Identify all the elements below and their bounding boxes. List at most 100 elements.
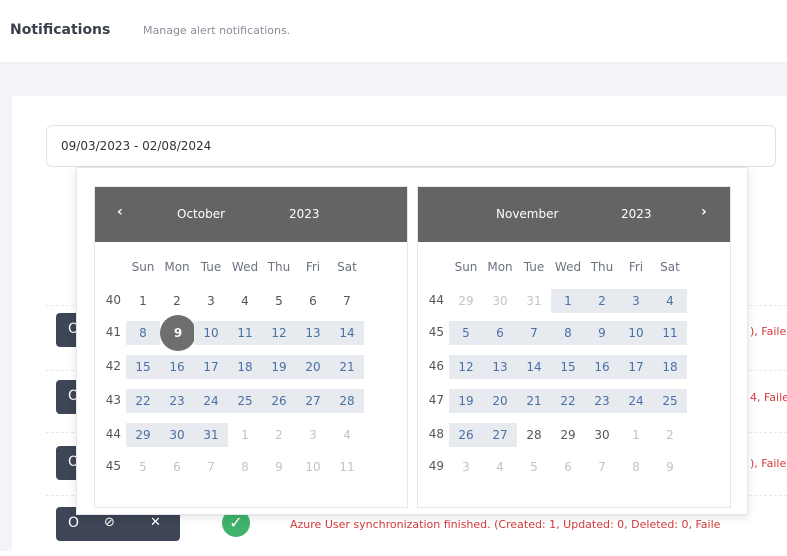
weekday-header: Tue (523, 260, 545, 274)
calendar-day[interactable]: 29 (126, 423, 160, 447)
close-icon[interactable]: ✕ (150, 515, 161, 530)
calendar-day-selected[interactable]: 9 (160, 315, 196, 351)
calendar-day[interactable]: 20 (296, 355, 330, 379)
calendar-day[interactable]: 6 (551, 455, 585, 479)
next-month-button[interactable]: › (701, 204, 707, 220)
month-label[interactable]: November (496, 207, 558, 221)
weekday-header: Fri (305, 260, 321, 274)
calendar-day[interactable]: 15 (126, 355, 160, 379)
calendar-day[interactable]: 28 (517, 423, 551, 447)
calendar-day[interactable]: 27 (296, 389, 330, 413)
year-label[interactable]: 2023 (289, 207, 320, 221)
calendar-day[interactable]: 13 (483, 355, 517, 379)
calendar-day[interactable]: 15 (551, 355, 585, 379)
prev-month-button[interactable]: ‹ (117, 204, 123, 220)
calendar-day[interactable]: 21 (330, 355, 364, 379)
calendar-day[interactable]: 3 (449, 455, 483, 479)
calendar-day[interactable]: 8 (228, 455, 262, 479)
date-range-input[interactable]: 09/03/2023 - 02/08/2024 (46, 125, 776, 167)
calendar-day[interactable]: 23 (160, 389, 194, 413)
calendar-day[interactable]: 30 (483, 289, 517, 313)
calendar-day[interactable]: 11 (653, 321, 687, 345)
year-label[interactable]: 2023 (621, 207, 652, 221)
eye-off-icon[interactable]: ⊘ (104, 515, 115, 530)
calendar-day[interactable]: 17 (194, 355, 228, 379)
calendar-day[interactable]: 7 (330, 289, 364, 313)
calendar-day[interactable]: 3 (619, 289, 653, 313)
calendar-day[interactable]: 5 (126, 455, 160, 479)
calendar-day[interactable]: 20 (483, 389, 517, 413)
weekday-header: Tue (200, 260, 222, 274)
calendar-day[interactable]: 27 (483, 423, 517, 447)
calendar-day[interactable]: 5 (262, 289, 296, 313)
calendar-day[interactable]: 8 (126, 321, 160, 345)
week-number: 44 (428, 293, 444, 307)
calendar-day[interactable]: 18 (228, 355, 262, 379)
calendar-day[interactable]: 13 (296, 321, 330, 345)
calendar-day[interactable]: 26 (262, 389, 296, 413)
calendar-day[interactable]: 25 (228, 389, 262, 413)
calendar-day[interactable]: 6 (160, 455, 194, 479)
calendar-day[interactable]: 1 (126, 289, 160, 313)
weekday-header: Sat (337, 260, 357, 274)
calendar-day[interactable]: 9 (585, 321, 619, 345)
calendar-day[interactable]: 26 (449, 423, 483, 447)
calendar-day[interactable]: 3 (194, 289, 228, 313)
calendar-day[interactable]: 4 (330, 423, 364, 447)
calendar-day[interactable]: 1 (228, 423, 262, 447)
refresh-icon[interactable]: O (68, 515, 79, 531)
calendar-day[interactable]: 10 (619, 321, 653, 345)
calendar-day[interactable]: 3 (296, 423, 330, 447)
calendar-day[interactable]: 30 (585, 423, 619, 447)
calendar-day[interactable]: 6 (296, 289, 330, 313)
calendar-day[interactable]: 7 (194, 455, 228, 479)
calendar-day[interactable]: 12 (262, 321, 296, 345)
calendar-day[interactable]: 19 (262, 355, 296, 379)
calendar-day[interactable]: 10 (296, 455, 330, 479)
calendar-day[interactable]: 14 (330, 321, 364, 345)
calendar-day[interactable]: 1 (619, 423, 653, 447)
calendar-day[interactable]: 7 (585, 455, 619, 479)
calendar-day[interactable]: 1 (551, 289, 585, 313)
calendar-day[interactable]: 31 (517, 289, 551, 313)
calendar-day[interactable]: 9 (262, 455, 296, 479)
calendar-day[interactable]: 29 (551, 423, 585, 447)
calendar-day[interactable]: 2 (262, 423, 296, 447)
calendar-day[interactable]: 24 (619, 389, 653, 413)
calendar-day[interactable]: 31 (194, 423, 228, 447)
calendar-day[interactable]: 2 (585, 289, 619, 313)
calendar-day[interactable]: 16 (160, 355, 194, 379)
calendar-day[interactable]: 21 (517, 389, 551, 413)
calendar-day[interactable]: 5 (517, 455, 551, 479)
calendar-day[interactable]: 5 (449, 321, 483, 345)
calendar-day[interactable]: 22 (551, 389, 585, 413)
calendar-day[interactable]: 4 (228, 289, 262, 313)
calendar-day[interactable]: 22 (126, 389, 160, 413)
calendar-day[interactable]: 4 (483, 455, 517, 479)
calendar-day[interactable]: 19 (449, 389, 483, 413)
calendar-day[interactable]: 30 (160, 423, 194, 447)
calendar-day[interactable]: 2 (653, 423, 687, 447)
calendar-day[interactable]: 28 (330, 389, 364, 413)
calendar-day[interactable]: 29 (449, 289, 483, 313)
month-label[interactable]: October (177, 207, 225, 221)
calendar-day[interactable]: 9 (653, 455, 687, 479)
calendar-day[interactable]: 11 (228, 321, 262, 345)
calendar-day[interactable]: 6 (483, 321, 517, 345)
calendar-day[interactable]: 7 (517, 321, 551, 345)
calendar-day[interactable]: 24 (194, 389, 228, 413)
calendar-day[interactable]: 4 (653, 289, 687, 313)
calendar-day[interactable]: 12 (449, 355, 483, 379)
calendar-day[interactable]: 2 (160, 289, 194, 313)
weekday-header: Fri (628, 260, 644, 274)
calendar-day[interactable]: 8 (619, 455, 653, 479)
calendar-day[interactable]: 14 (517, 355, 551, 379)
calendar-day[interactable]: 8 (551, 321, 585, 345)
calendar-day[interactable]: 23 (585, 389, 619, 413)
calendar-day[interactable]: 11 (330, 455, 364, 479)
calendar-day[interactable]: 17 (619, 355, 653, 379)
calendar-day[interactable]: 16 (585, 355, 619, 379)
calendar-day[interactable]: 18 (653, 355, 687, 379)
calendar-day[interactable]: 10 (194, 321, 228, 345)
calendar-day[interactable]: 25 (653, 389, 687, 413)
